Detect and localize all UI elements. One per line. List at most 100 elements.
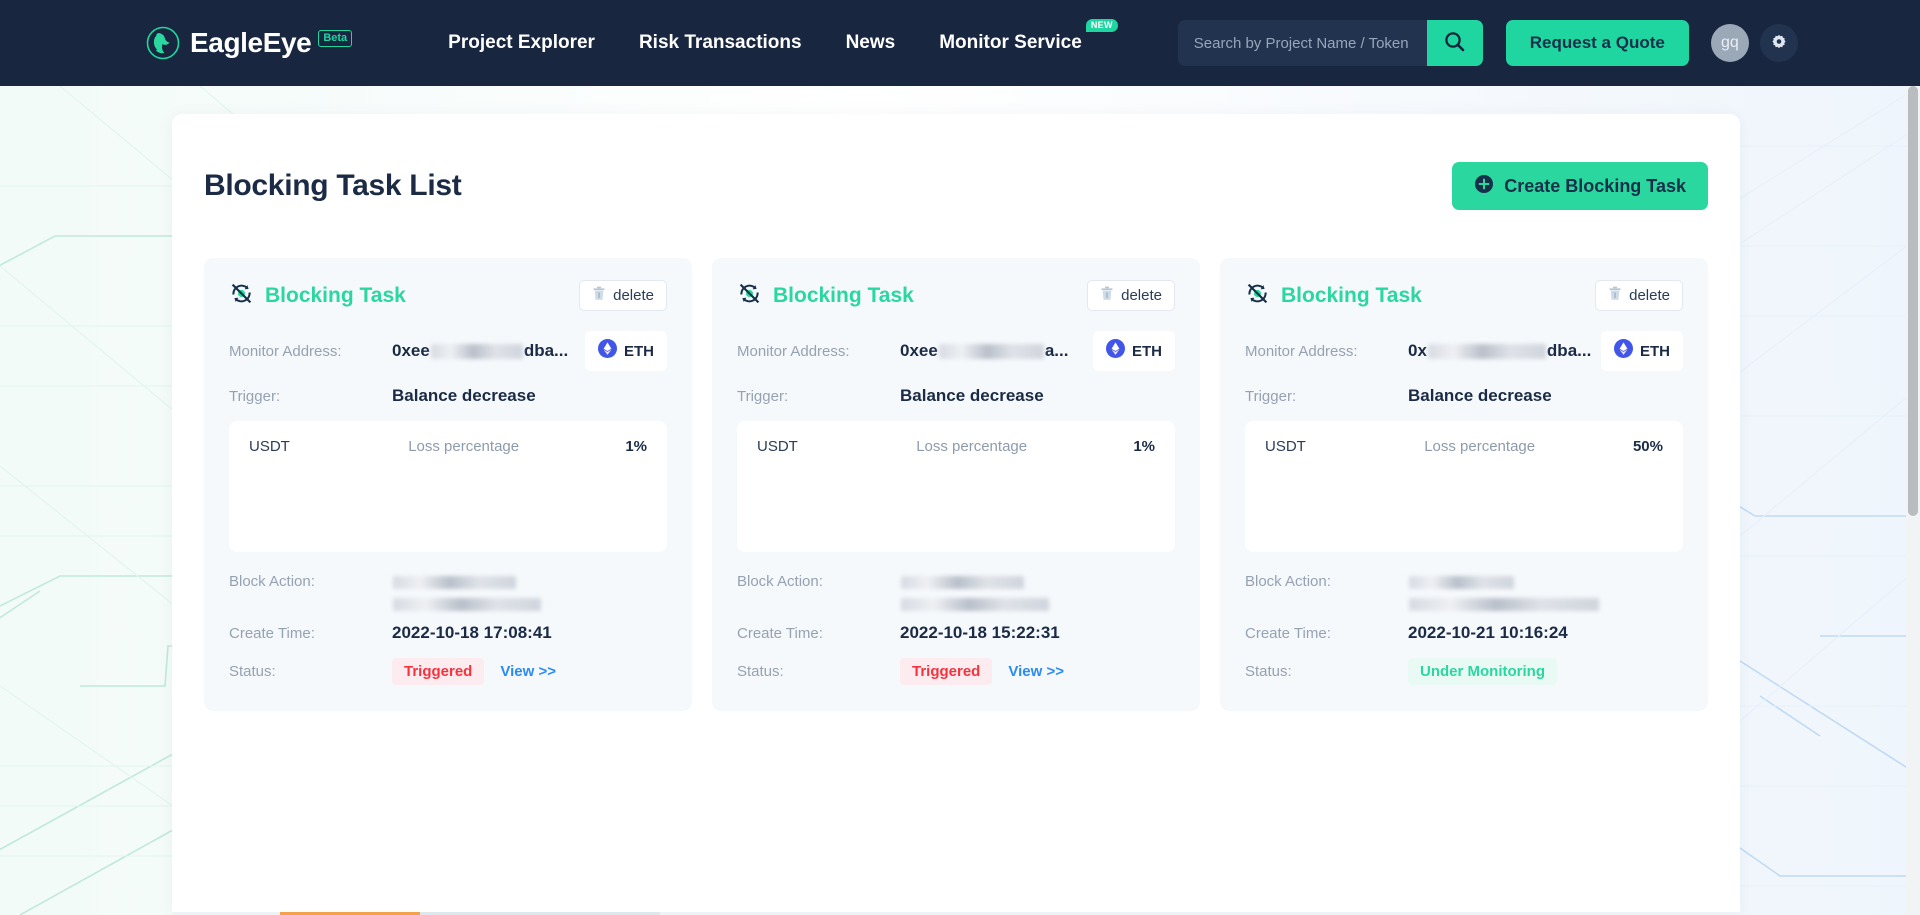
top-navigation-bar: EagleEye Beta Project Explorer Risk Tran… xyxy=(0,0,1920,86)
nav-item-monitor-service[interactable]: Monitor Service NEW xyxy=(939,32,1082,54)
block-action-value xyxy=(900,573,1050,611)
token-condition-panel: USDT Loss percentage 50% xyxy=(1245,421,1683,552)
status-row: Status: Triggered View >> xyxy=(737,658,1175,685)
nav-item-project-explorer[interactable]: Project Explorer xyxy=(448,32,595,54)
plus-circle-icon xyxy=(1474,174,1494,199)
trigger-row: Trigger: Balance decrease xyxy=(229,386,667,406)
token-condition: Loss percentage xyxy=(916,438,1133,455)
monitor-address-row: Monitor Address: 0xee a... ETH xyxy=(737,331,1175,371)
token-row: USDT Loss percentage 1% xyxy=(249,438,647,455)
nav-item-news[interactable]: News xyxy=(846,32,896,54)
block-action-label: Block Action: xyxy=(229,573,392,590)
status-label: Status: xyxy=(1245,663,1408,680)
chain-name: ETH xyxy=(1640,343,1670,360)
chain-badge: ETH xyxy=(1093,331,1175,371)
page-title: Blocking Task List xyxy=(204,169,461,203)
create-time-value: 2022-10-21 10:16:24 xyxy=(1408,623,1568,643)
blocking-task-card: Blocking Task delete Monitor Add xyxy=(712,258,1200,711)
monitor-address-row: Monitor Address: 0xee dba... ETH xyxy=(229,331,667,371)
trigger-value: Balance decrease xyxy=(900,386,1044,406)
request-quote-button[interactable]: Request a Quote xyxy=(1506,20,1689,66)
address-prefix: 0xee xyxy=(392,341,430,361)
block-action-redaction xyxy=(1409,576,1514,589)
scrollbar-thumb[interactable] xyxy=(1908,86,1918,516)
address-redaction xyxy=(431,344,523,359)
search-button[interactable] xyxy=(1427,20,1483,66)
create-time-value: 2022-10-18 17:08:41 xyxy=(392,623,552,643)
chain-badge: ETH xyxy=(1601,331,1683,371)
token-name: USDT xyxy=(757,438,916,455)
card-title: Blocking Task xyxy=(773,284,914,308)
trigger-value: Balance decrease xyxy=(1408,386,1552,406)
avatar[interactable]: gq xyxy=(1711,24,1749,62)
delete-button[interactable]: delete xyxy=(579,280,667,311)
address-suffix: dba... xyxy=(1547,341,1591,361)
status-row: Status: Under Monitoring xyxy=(1245,658,1683,685)
blocking-task-card: Blocking Task delete Monitor Add xyxy=(1220,258,1708,711)
main-panel: Blocking Task List Create Blocking Task xyxy=(172,114,1740,915)
search-input[interactable] xyxy=(1178,20,1427,66)
token-name: USDT xyxy=(249,438,408,455)
trash-icon xyxy=(1608,286,1622,305)
address-suffix: dba... xyxy=(524,341,568,361)
block-action-label: Block Action: xyxy=(737,573,900,590)
monitor-address-value: 0xee dba... xyxy=(392,341,568,361)
delete-button[interactable]: delete xyxy=(1087,280,1175,311)
address-redaction xyxy=(939,344,1044,359)
blocking-task-card-list: Blocking Task delete Monitor Add xyxy=(172,210,1740,711)
token-condition: Loss percentage xyxy=(1424,438,1633,455)
create-blocking-task-button[interactable]: Create Blocking Task xyxy=(1452,162,1708,210)
gear-icon xyxy=(1771,34,1787,53)
settings-button[interactable] xyxy=(1760,24,1798,62)
nav-label: Risk Transactions xyxy=(639,32,802,53)
address-prefix: 0xee xyxy=(900,341,938,361)
monitor-address-label: Monitor Address: xyxy=(737,343,900,360)
address-prefix: 0x xyxy=(1408,341,1427,361)
monitor-address-label: Monitor Address: xyxy=(229,343,392,360)
monitor-address-value: 0xee a... xyxy=(900,341,1068,361)
brand-logo[interactable]: EagleEye Beta xyxy=(146,26,352,60)
create-time-label: Create Time: xyxy=(1245,625,1408,642)
delete-label: delete xyxy=(1121,287,1162,304)
create-time-label: Create Time: xyxy=(737,625,900,642)
create-time-row: Create Time: 2022-10-18 15:22:31 xyxy=(737,623,1175,643)
search-icon xyxy=(1443,30,1466,56)
new-badge: NEW xyxy=(1086,19,1118,32)
create-time-label: Create Time: xyxy=(229,625,392,642)
block-action-redaction xyxy=(393,576,516,589)
view-link[interactable]: View >> xyxy=(500,663,556,680)
trigger-label: Trigger: xyxy=(229,388,392,405)
block-action-redaction xyxy=(393,598,541,611)
trash-icon xyxy=(1100,286,1114,305)
create-time-row: Create Time: 2022-10-21 10:16:24 xyxy=(1245,623,1683,643)
trigger-label: Trigger: xyxy=(1245,388,1408,405)
token-value: 1% xyxy=(1133,438,1155,455)
chain-name: ETH xyxy=(1132,343,1162,360)
view-link[interactable]: View >> xyxy=(1008,663,1064,680)
nav-item-risk-transactions[interactable]: Risk Transactions xyxy=(639,32,802,54)
search-bar xyxy=(1178,20,1483,66)
card-title: Blocking Task xyxy=(1281,284,1422,308)
page-scrollbar[interactable] xyxy=(1906,86,1920,915)
status-label: Status: xyxy=(229,663,392,680)
card-title: Blocking Task xyxy=(265,284,406,308)
trigger-row: Trigger: Balance decrease xyxy=(1245,386,1683,406)
nav-label: Monitor Service xyxy=(939,32,1082,53)
chain-name: ETH xyxy=(624,343,654,360)
nav-links: Project Explorer Risk Transactions News … xyxy=(448,32,1082,54)
trigger-value: Balance decrease xyxy=(392,386,536,406)
eagle-head-icon xyxy=(146,26,180,60)
blocked-monitor-icon xyxy=(1245,281,1270,311)
brand-name: EagleEye xyxy=(190,27,311,59)
blocked-monitor-icon xyxy=(229,281,254,311)
token-name: USDT xyxy=(1265,438,1424,455)
ethereum-icon xyxy=(1614,339,1633,363)
block-action-redaction xyxy=(901,598,1049,611)
create-time-row: Create Time: 2022-10-18 17:08:41 xyxy=(229,623,667,643)
status-row: Status: Triggered View >> xyxy=(229,658,667,685)
blocked-monitor-icon xyxy=(737,281,762,311)
ethereum-icon xyxy=(1106,339,1125,363)
delete-button[interactable]: delete xyxy=(1595,280,1683,311)
card-header: Blocking Task delete xyxy=(229,280,667,311)
chain-badge: ETH xyxy=(585,331,667,371)
